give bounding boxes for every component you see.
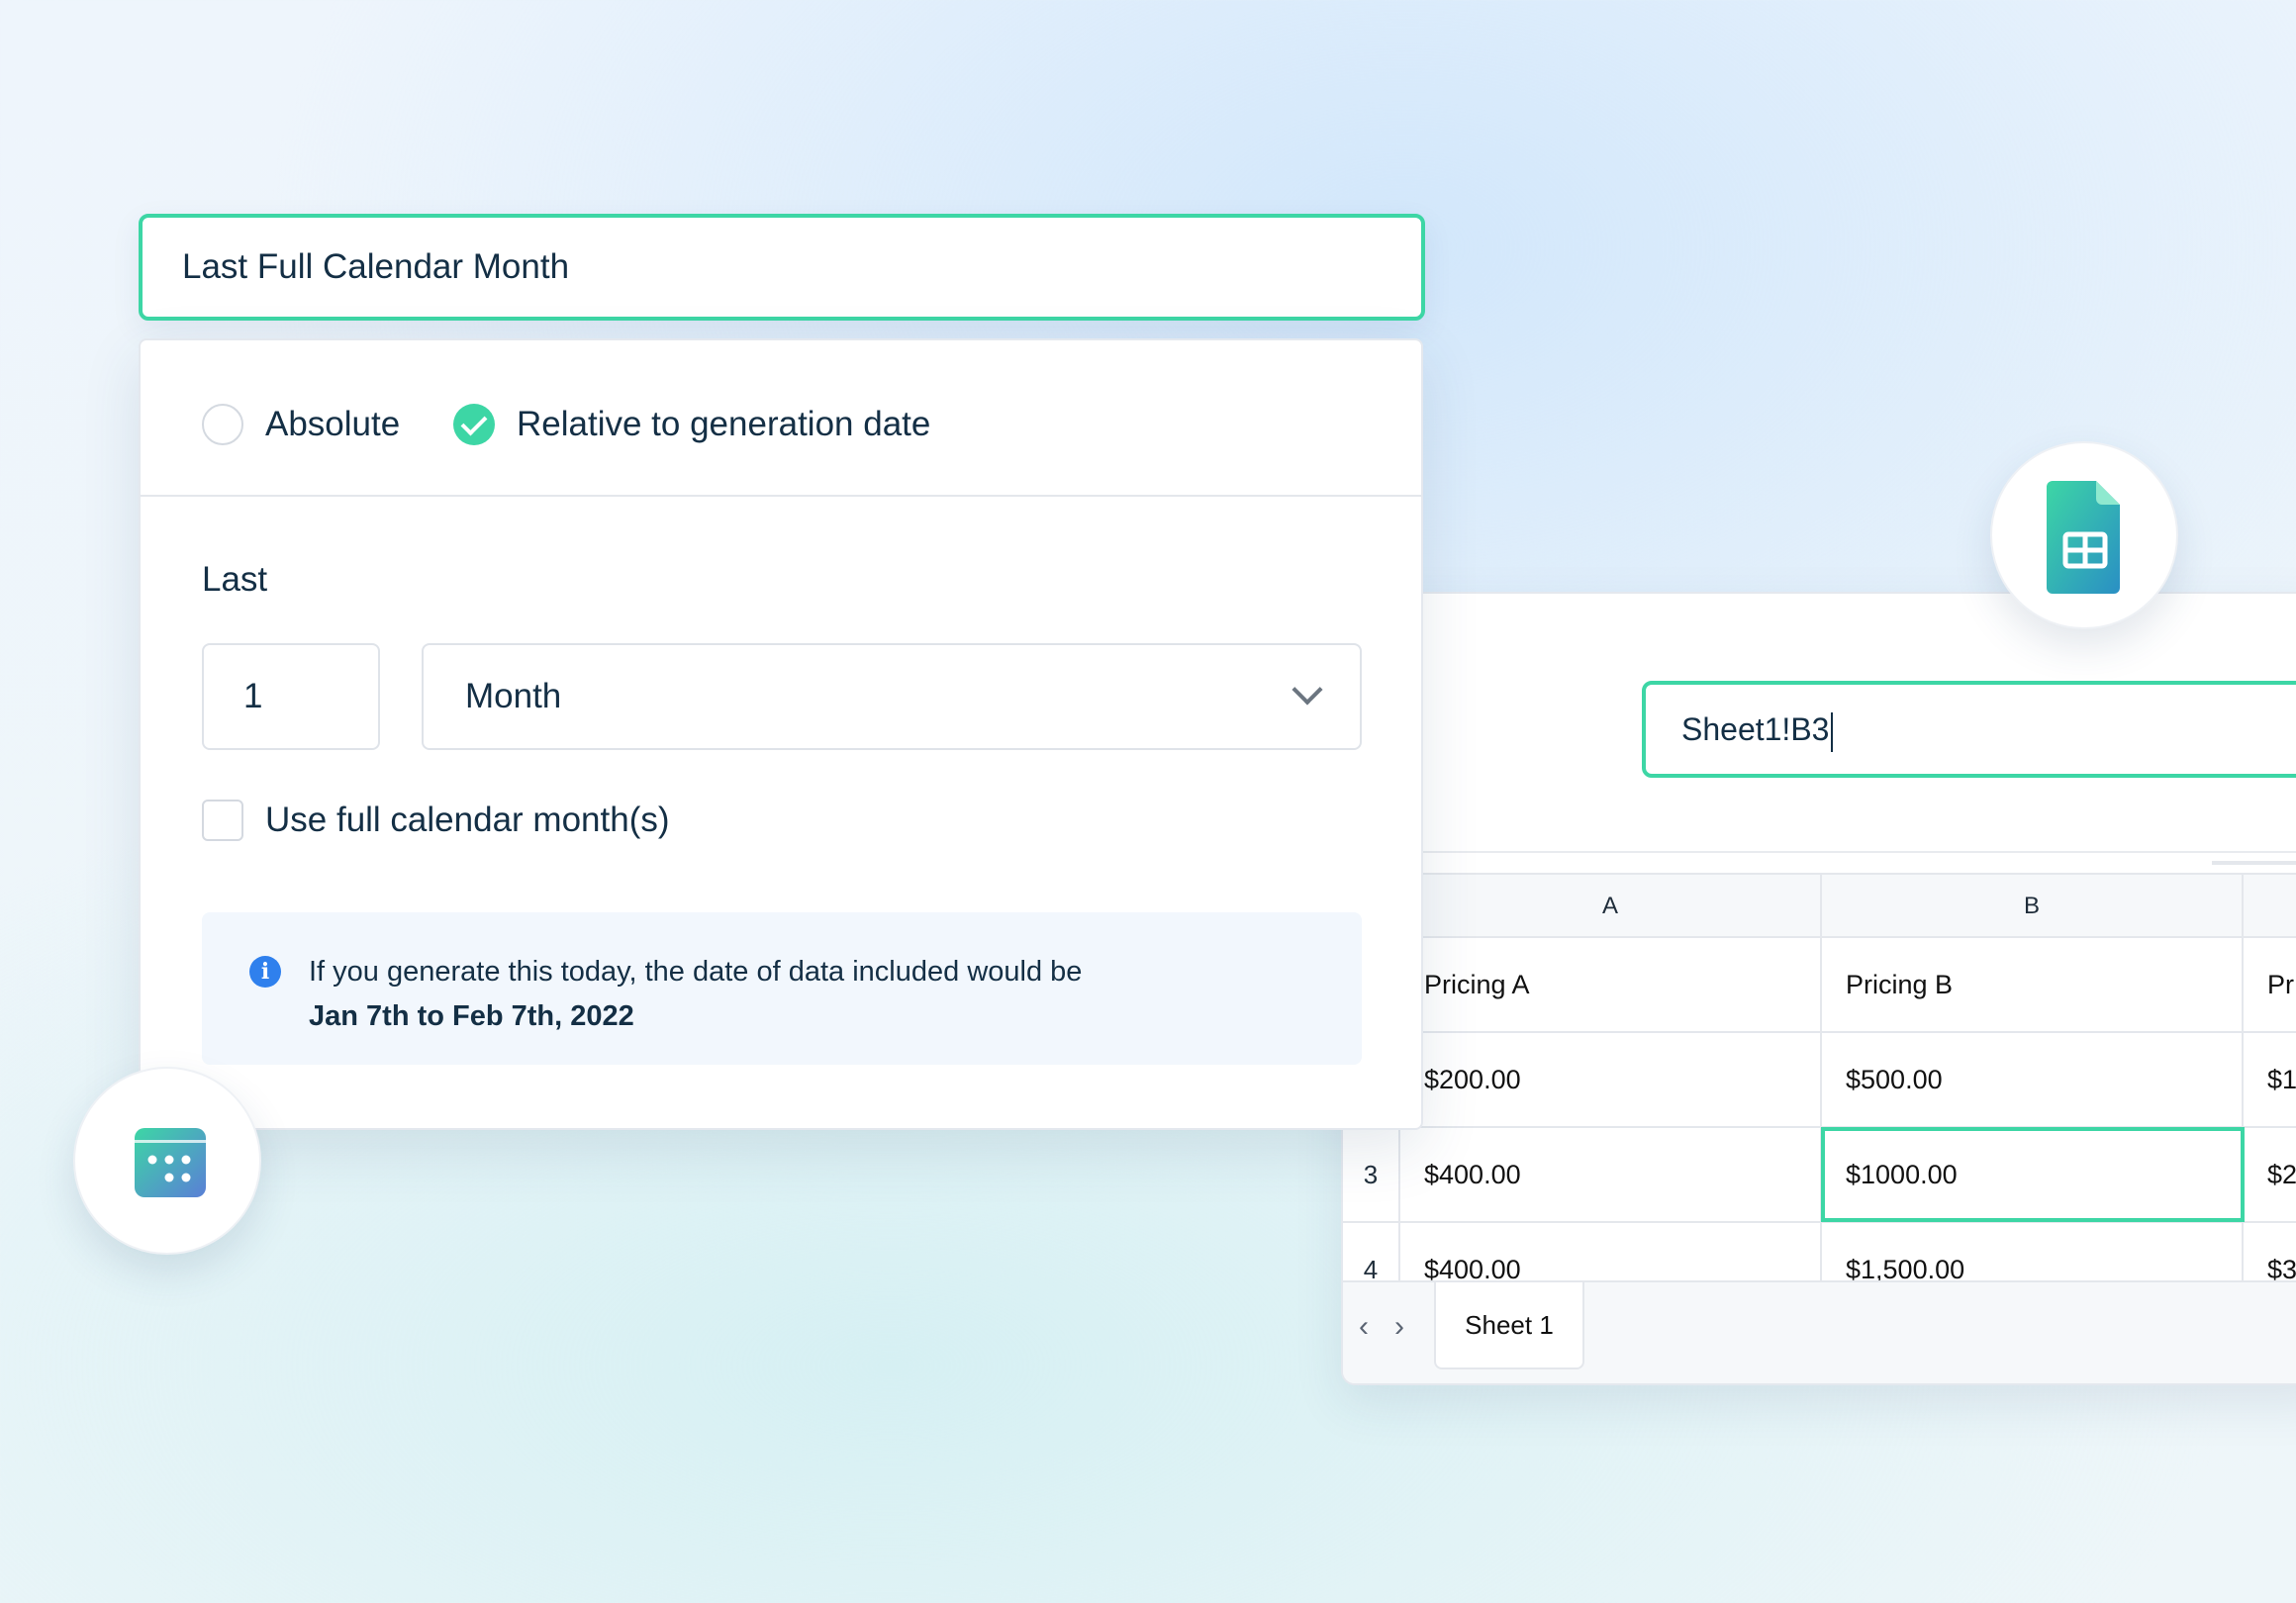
- table-row: 4 $400.00 $1,500.00 $3: [1343, 1223, 2296, 1284]
- cell[interactable]: $2: [2244, 1128, 2296, 1221]
- google-sheets-icon: [1990, 441, 2178, 629]
- full-calendar-checkbox[interactable]: [202, 800, 243, 841]
- table-row: Pricing A Pricing B Pr: [1343, 938, 2296, 1033]
- table-row: $200.00 $500.00 $1: [1343, 1033, 2296, 1128]
- spreadsheet-grid: A B Pricing A Pricing B Pr $200.00 $500.…: [1343, 873, 2296, 1284]
- cell[interactable]: Pr: [2244, 938, 2296, 1031]
- cell[interactable]: Pricing A: [1400, 938, 1822, 1031]
- text-cursor: [1831, 711, 1834, 752]
- selected-cell[interactable]: $1000.00: [1821, 1127, 2245, 1222]
- amount-input[interactable]: 1: [202, 643, 380, 750]
- cell-reference-value: Sheet1!B3: [1681, 711, 1830, 747]
- column-header-row: A B: [1343, 873, 2296, 938]
- info-callout: i If you generate this today, the date o…: [202, 912, 1362, 1065]
- sheet-tab-bar: ‹ › Sheet 1: [1343, 1280, 2296, 1383]
- info-date-range: Jan 7th to Feb 7th, 2022: [309, 1000, 634, 1032]
- cell[interactable]: $1: [2244, 1033, 2296, 1126]
- column-header-c[interactable]: [2244, 875, 2296, 938]
- calendar-glyph: [135, 1128, 206, 1197]
- cell-reference-input[interactable]: Sheet1!B3: [1642, 681, 2296, 778]
- row-number[interactable]: 4: [1343, 1223, 1400, 1284]
- absolute-radio[interactable]: [202, 404, 243, 445]
- sheet-tab[interactable]: Sheet 1: [1434, 1282, 1584, 1369]
- row-number[interactable]: 3: [1343, 1128, 1400, 1221]
- full-calendar-label[interactable]: Use full calendar month(s): [265, 794, 670, 847]
- info-icon: i: [249, 956, 281, 988]
- chevron-right-icon[interactable]: ›: [1394, 1310, 1404, 1344]
- chevron-left-icon[interactable]: ‹: [1359, 1310, 1369, 1344]
- calendar-icon: [73, 1067, 261, 1255]
- info-text: If you generate this today, the date of …: [309, 950, 1082, 1039]
- chevron-down-icon[interactable]: [1292, 674, 1323, 706]
- cell[interactable]: $1,500.00: [1822, 1223, 2244, 1280]
- date-range-title-input[interactable]: Last Full Calendar Month: [139, 214, 1425, 321]
- mode-selector: Absolute Relative to generation date: [141, 340, 1421, 497]
- spreadsheet-panel: Sheet1!B3 A B Pricing A Pricing B Pr $20…: [1341, 592, 2296, 1385]
- absolute-label[interactable]: Absolute: [265, 398, 400, 451]
- last-label: Last: [202, 560, 268, 599]
- column-header-b[interactable]: B: [1822, 875, 2244, 938]
- divider: [2212, 861, 2296, 865]
- google-sheets-glyph: [2047, 481, 2120, 594]
- cell[interactable]: $400.00: [1400, 1223, 1822, 1280]
- date-range-panel: Absolute Relative to generation date Las…: [139, 338, 1423, 1130]
- cell[interactable]: $3: [2244, 1223, 2296, 1280]
- divider: [1343, 851, 2296, 853]
- unit-select[interactable]: Month: [422, 643, 1362, 750]
- unit-select-value: Month: [465, 677, 562, 715]
- column-header-a[interactable]: A: [1400, 875, 1822, 938]
- cell[interactable]: $500.00: [1822, 1033, 2244, 1126]
- cell[interactable]: $400.00: [1400, 1128, 1822, 1221]
- table-row: 3 $400.00 $1000.00 $2: [1343, 1127, 2296, 1223]
- cell[interactable]: $200.00: [1400, 1033, 1822, 1126]
- info-message: If you generate this today, the date of …: [309, 956, 1083, 988]
- relative-label[interactable]: Relative to generation date: [517, 398, 930, 451]
- relative-radio-check-icon[interactable]: [453, 404, 495, 445]
- cell[interactable]: Pricing B: [1822, 938, 2244, 1031]
